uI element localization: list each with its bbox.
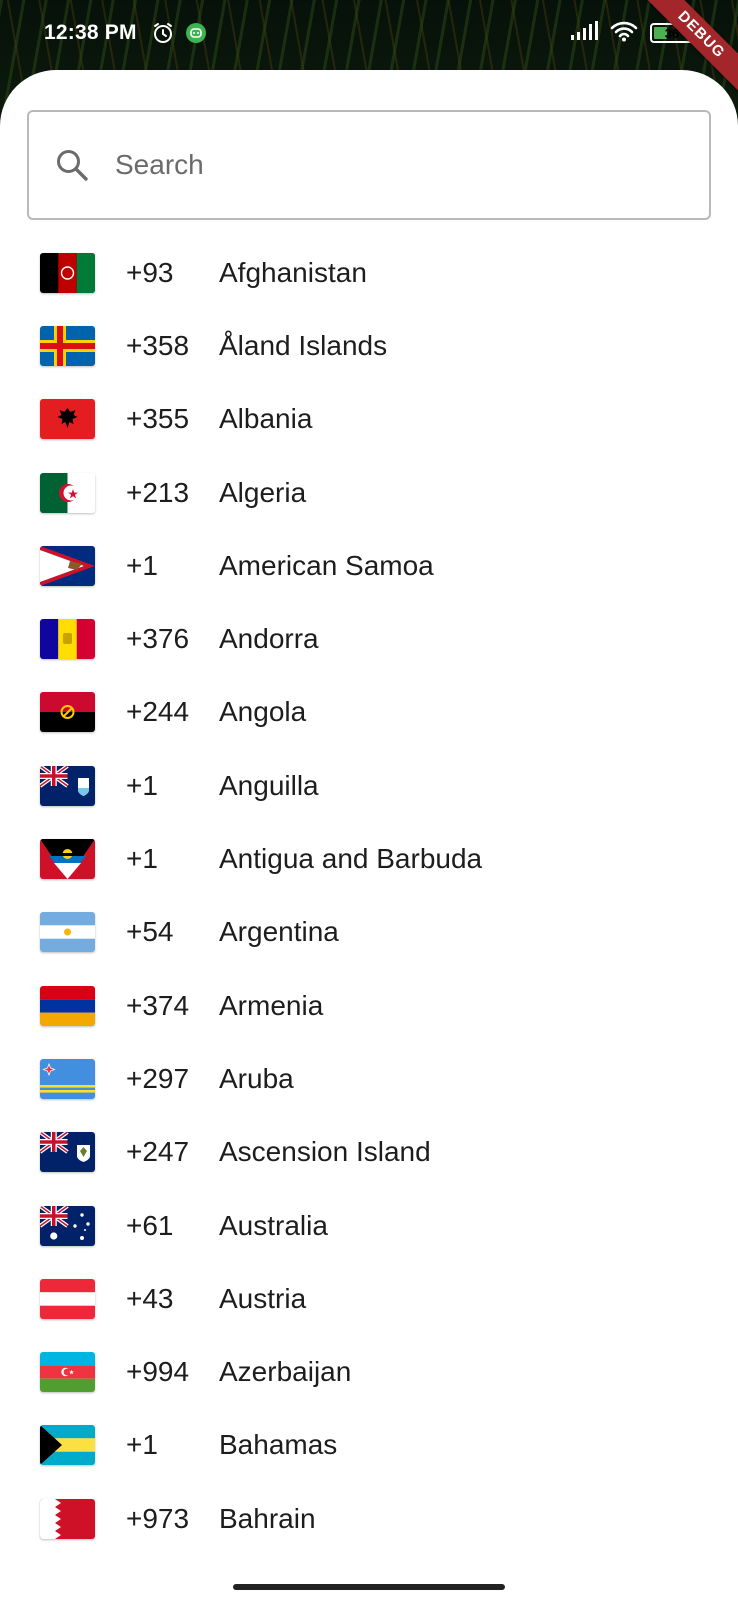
app-badge-icon xyxy=(185,22,207,44)
dial-code: +973 xyxy=(126,1502,190,1534)
search-box[interactable] xyxy=(27,110,711,220)
country-name: Austria xyxy=(219,1282,307,1314)
dial-code: +358 xyxy=(126,329,190,361)
dial-code: +213 xyxy=(126,476,190,508)
at-flag-icon xyxy=(40,1278,95,1319)
az-flag-icon xyxy=(40,1352,95,1393)
country-row-as[interactable]: +1 American Samoa xyxy=(0,529,738,602)
country-row-bs[interactable]: +1 Bahamas xyxy=(0,1409,738,1482)
dial-code: +43 xyxy=(126,1282,174,1314)
country-name: American Samoa xyxy=(219,549,434,581)
country-row-bh[interactable]: +973 Bahrain xyxy=(0,1482,738,1555)
al-flag-icon xyxy=(40,399,95,440)
ag-flag-icon xyxy=(40,839,95,880)
country-name: Albania xyxy=(219,403,313,435)
dial-code: +247 xyxy=(126,1136,190,1168)
dial-code: +1 xyxy=(126,1429,158,1461)
country-row-ar[interactable]: +54 Argentina xyxy=(0,896,738,969)
country-name: Aruba xyxy=(219,1062,294,1094)
country-row-ao[interactable]: +244 Angola xyxy=(0,676,738,749)
au-flag-icon xyxy=(40,1205,95,1246)
search-icon xyxy=(55,148,89,182)
country-name: Australia xyxy=(219,1209,328,1241)
country-list: +93 Afghanistan +358 Åland Islands +355 Alban… xyxy=(0,236,738,1555)
dial-code: +1 xyxy=(126,769,158,801)
alarm-icon xyxy=(151,21,175,45)
country-row-ax[interactable]: +358 Åland Islands xyxy=(0,309,738,382)
ar-flag-icon xyxy=(40,912,95,953)
country-name: Antigua and Barbuda xyxy=(219,843,483,875)
country-row-dz[interactable]: +213 Algeria xyxy=(0,456,738,529)
ac-flag-icon xyxy=(40,1132,95,1173)
country-row-am[interactable]: +374 Armenia xyxy=(0,969,738,1042)
country-name: Armenia xyxy=(219,989,324,1021)
country-row-au[interactable]: +61 Australia xyxy=(0,1189,738,1262)
bs-flag-icon xyxy=(40,1425,95,1466)
af-flag-icon xyxy=(40,252,95,293)
country-name: Angola xyxy=(219,696,307,728)
country-row-al[interactable]: +355 Albania xyxy=(0,383,738,456)
dial-code: +376 xyxy=(126,623,190,655)
dial-code: +54 xyxy=(126,916,174,948)
country-name: Argentina xyxy=(219,916,339,948)
as-flag-icon xyxy=(40,545,95,586)
country-row-ad[interactable]: +376 Andorra xyxy=(0,602,738,675)
country-name: Andorra xyxy=(219,623,319,655)
ao-flag-icon xyxy=(40,692,95,733)
dial-code: +244 xyxy=(126,696,190,728)
status-time: 12:38 PM xyxy=(44,21,137,44)
aw-flag-icon xyxy=(40,1058,95,1099)
dial-code: +1 xyxy=(126,843,158,875)
ad-flag-icon xyxy=(40,619,95,660)
home-indicator[interactable] xyxy=(233,1584,505,1590)
signal-icon xyxy=(570,20,598,46)
dial-code: +61 xyxy=(126,1209,174,1241)
country-row-ai[interactable]: +1 Anguilla xyxy=(0,749,738,822)
dial-code: +374 xyxy=(126,989,190,1021)
country-picker-sheet: +93 Afghanistan +358 Åland Islands +355 Alban… xyxy=(0,70,738,1600)
status-left-icons xyxy=(151,21,207,45)
ai-flag-icon xyxy=(40,765,95,806)
country-name: Azerbaijan xyxy=(219,1356,352,1388)
dial-code: +355 xyxy=(126,403,190,435)
country-row-af[interactable]: +93 Afghanistan xyxy=(0,236,738,309)
bh-flag-icon xyxy=(40,1498,95,1539)
country-name: Bahamas xyxy=(219,1429,338,1461)
country-name: Ascension Island xyxy=(219,1136,431,1168)
status-bar: 12:38 PM 36 xyxy=(0,0,738,66)
country-name: Afghanistan xyxy=(219,256,367,288)
country-row-az[interactable]: +994 Azerbaijan xyxy=(0,1335,738,1408)
country-row-at[interactable]: +43 Austria xyxy=(0,1262,738,1335)
dial-code: +93 xyxy=(126,256,174,288)
dial-code: +1 xyxy=(126,549,158,581)
country-name: Åland Islands xyxy=(219,329,388,361)
wifi-icon xyxy=(610,20,638,47)
am-flag-icon xyxy=(40,985,95,1026)
country-row-aw[interactable]: +297 Aruba xyxy=(0,1042,738,1115)
country-name: Anguilla xyxy=(219,769,319,801)
country-name: Bahrain xyxy=(219,1502,316,1534)
dial-code: +297 xyxy=(126,1062,190,1094)
dial-code: +994 xyxy=(126,1356,190,1388)
dz-flag-icon xyxy=(40,472,95,513)
country-row-ag[interactable]: +1 Antigua and Barbuda xyxy=(0,822,738,895)
ax-flag-icon xyxy=(40,325,95,366)
search-input[interactable] xyxy=(115,149,675,181)
country-row-ac[interactable]: +247 Ascension Island xyxy=(0,1116,738,1189)
country-name: Algeria xyxy=(219,476,307,508)
